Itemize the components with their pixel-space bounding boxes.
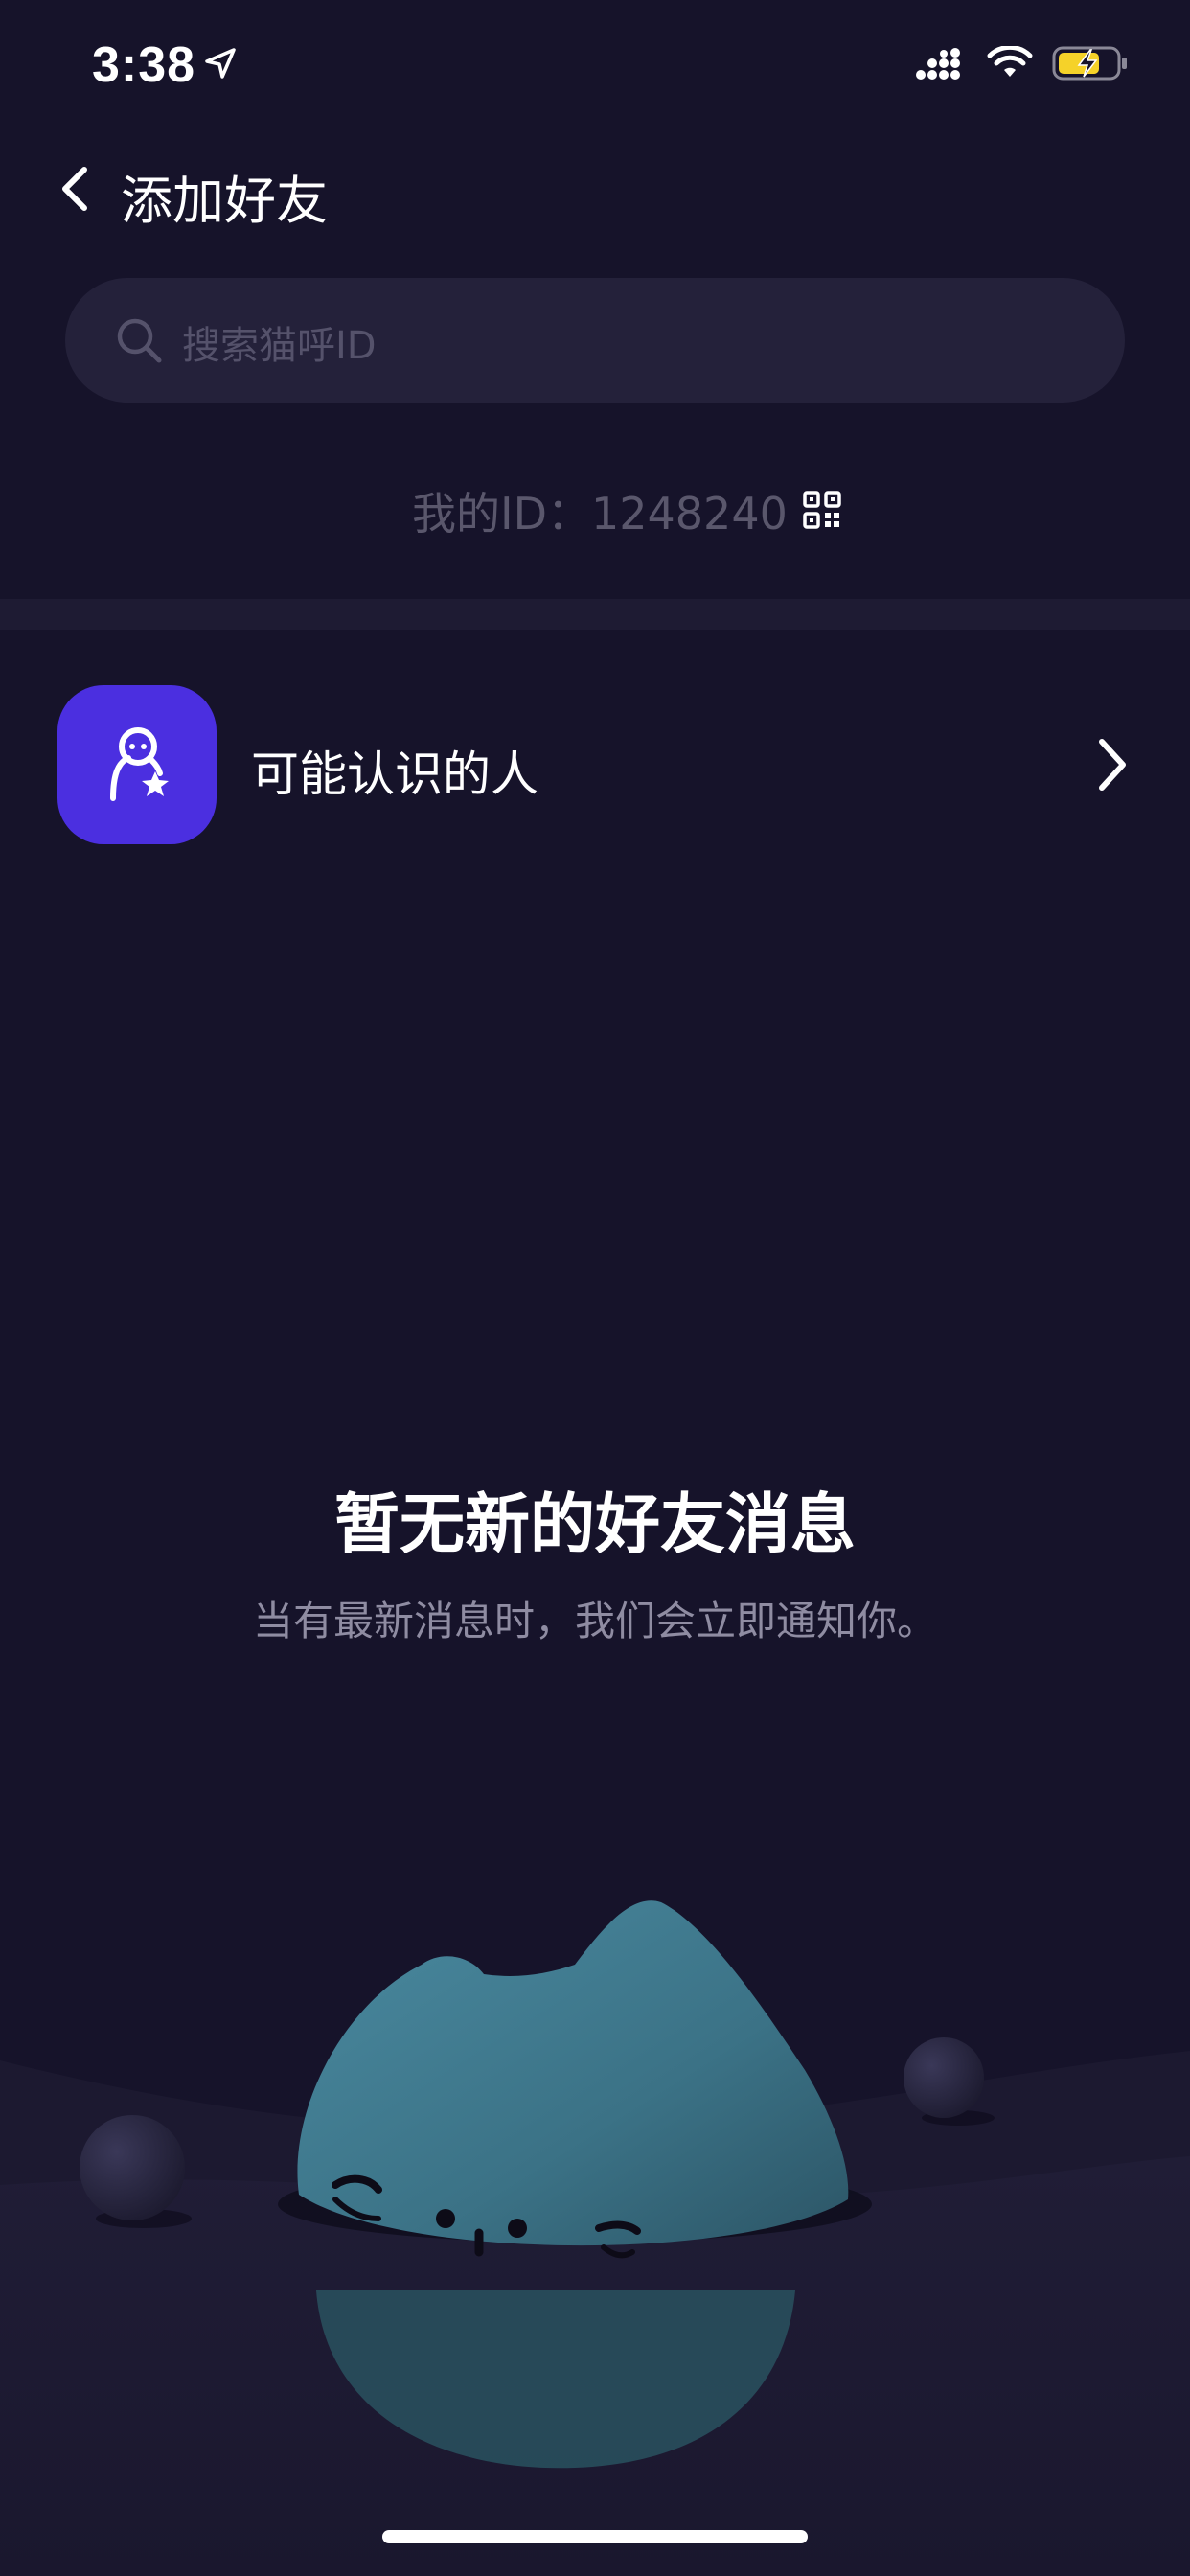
empty-state-subtitle: 当有最新消息时，我们会立即通知你。 [252, 1598, 937, 1644]
chevron-left-icon[interactable] [54, 160, 96, 218]
battery-charging-icon [1052, 46, 1127, 80]
search-icon [117, 318, 162, 363]
status-time: 3:38 [92, 37, 196, 93]
suggestion-avatar [57, 685, 217, 844]
status-bar: 3:38 [0, 0, 1190, 129]
person-star-icon [110, 727, 169, 801]
search-placeholder: 搜索猫呼ID [182, 324, 377, 368]
wifi-icon [987, 46, 1033, 77]
my-id-label: 我的ID：1248240 [412, 488, 788, 540]
location-arrow-icon [205, 48, 236, 79]
home-indicator[interactable] [382, 2530, 808, 2543]
sleeping-cat-illustration [0, 1900, 1190, 2576]
chevron-right-icon [1099, 739, 1126, 791]
section-divider [0, 599, 1190, 630]
page-title: 添加好友 [121, 171, 328, 231]
signal-icon [916, 48, 960, 80]
people-you-may-know-row[interactable]: 可能认识的人 [0, 671, 1190, 862]
search-input[interactable]: 搜索猫呼ID [65, 278, 1125, 402]
qr-code-icon[interactable] [803, 491, 841, 529]
empty-state-title: 暂无新的好友消息 [333, 1487, 856, 1563]
add-friend-screen: 3:38 添加好友 搜索猫呼ID 我的ID：1248240 可能认识的人 暂无新… [0, 0, 1190, 2576]
nav-bar: 添加好友 [0, 139, 1190, 244]
my-id-row[interactable]: 我的ID：1248240 [0, 479, 1190, 546]
suggestion-label: 可能认识的人 [251, 747, 538, 802]
